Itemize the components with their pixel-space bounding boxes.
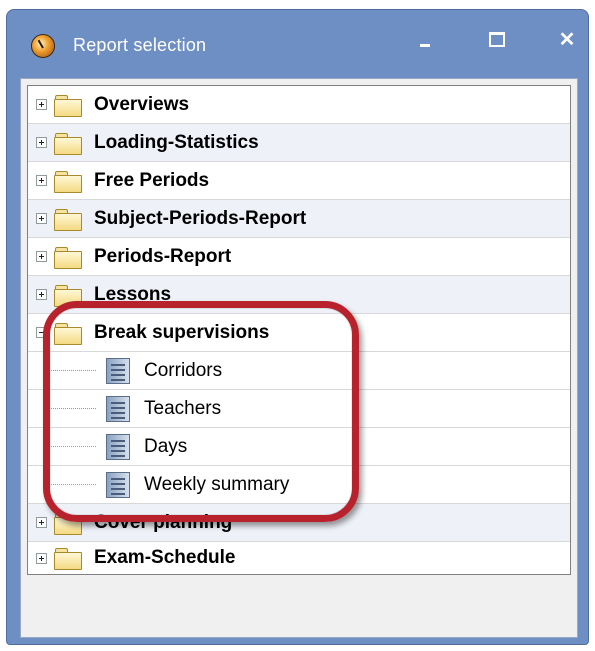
tree-item-label: Subject-Periods-Report [94,208,307,229]
title-bar[interactable]: Report selection ✕ [7,10,588,78]
tree-item-label: Loading-Statistics [94,132,259,153]
window-title: Report selection [73,35,207,55]
tree-item-free-periods[interactable]: Free Periods [28,162,570,200]
expand-icon[interactable] [36,289,47,300]
maximize-button[interactable] [479,24,515,54]
tree-item-subject-periods-report[interactable]: Subject-Periods-Report [28,200,570,238]
tree-item-label: Exam-Schedule [94,547,236,568]
folder-icon [54,171,82,193]
folder-icon [54,133,82,155]
expand-icon[interactable] [36,137,47,148]
tree-item-loading-statistics[interactable]: Loading-Statistics [28,124,570,162]
expand-icon[interactable] [36,175,47,186]
maximize-icon [489,31,505,47]
folder-icon [54,209,82,231]
minimize-icon [420,43,430,47]
expand-icon[interactable] [36,213,47,224]
folder-icon [54,95,82,117]
close-button[interactable]: ✕ [549,24,585,54]
clock-app-icon [31,34,55,58]
folder-icon [54,247,82,269]
tree-item-label: Free Periods [94,170,210,191]
tree-item-exam-schedule[interactable]: Exam-Schedule [28,542,570,574]
tree-item-label: Periods-Report [94,246,232,267]
tree-item-label: Overviews [94,94,190,115]
expand-icon[interactable] [36,251,47,262]
minimize-button[interactable] [407,24,443,54]
expand-icon[interactable] [36,517,47,528]
tree-item-periods-report[interactable]: Periods-Report [28,238,570,276]
expand-icon[interactable] [36,553,47,564]
highlight-annotation [43,301,359,522]
folder-icon [54,548,82,570]
close-icon: ✕ [558,28,576,51]
expand-icon[interactable] [36,99,47,110]
tree-item-overviews[interactable]: Overviews [28,86,570,124]
